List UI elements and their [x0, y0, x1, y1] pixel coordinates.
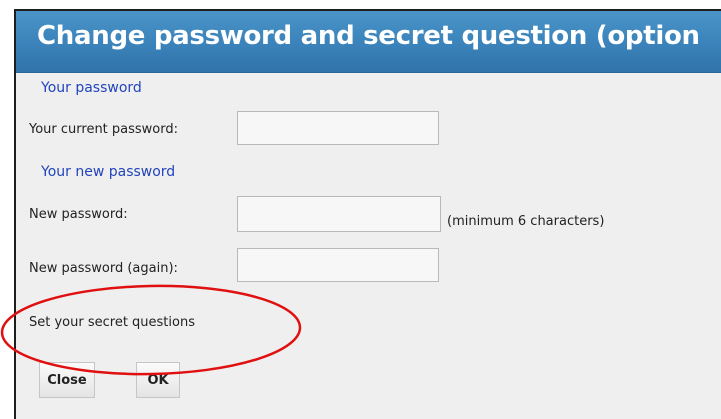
new-password-again-label: New password (again): [29, 261, 178, 276]
change-password-dialog: Change password and secret question (opt… [14, 9, 721, 419]
close-button[interactable]: Close [39, 362, 95, 398]
new-password-label: New password: [29, 207, 128, 222]
dialog-title: Change password and secret question (opt… [37, 21, 700, 51]
new-password-hint: (minimum 6 characters) [447, 214, 605, 229]
new-password-input[interactable] [237, 196, 441, 232]
current-password-label: Your current password: [29, 122, 179, 137]
ok-button[interactable]: OK [136, 362, 180, 398]
section-header-current-password: Your password [41, 80, 142, 96]
new-password-again-input[interactable] [237, 248, 439, 282]
set-secret-questions-link[interactable]: Set your secret questions [29, 315, 195, 330]
current-password-input[interactable] [237, 111, 439, 145]
section-header-new-password: Your new password [41, 164, 176, 180]
dialog-titlebar: Change password and secret question (opt… [16, 11, 721, 73]
